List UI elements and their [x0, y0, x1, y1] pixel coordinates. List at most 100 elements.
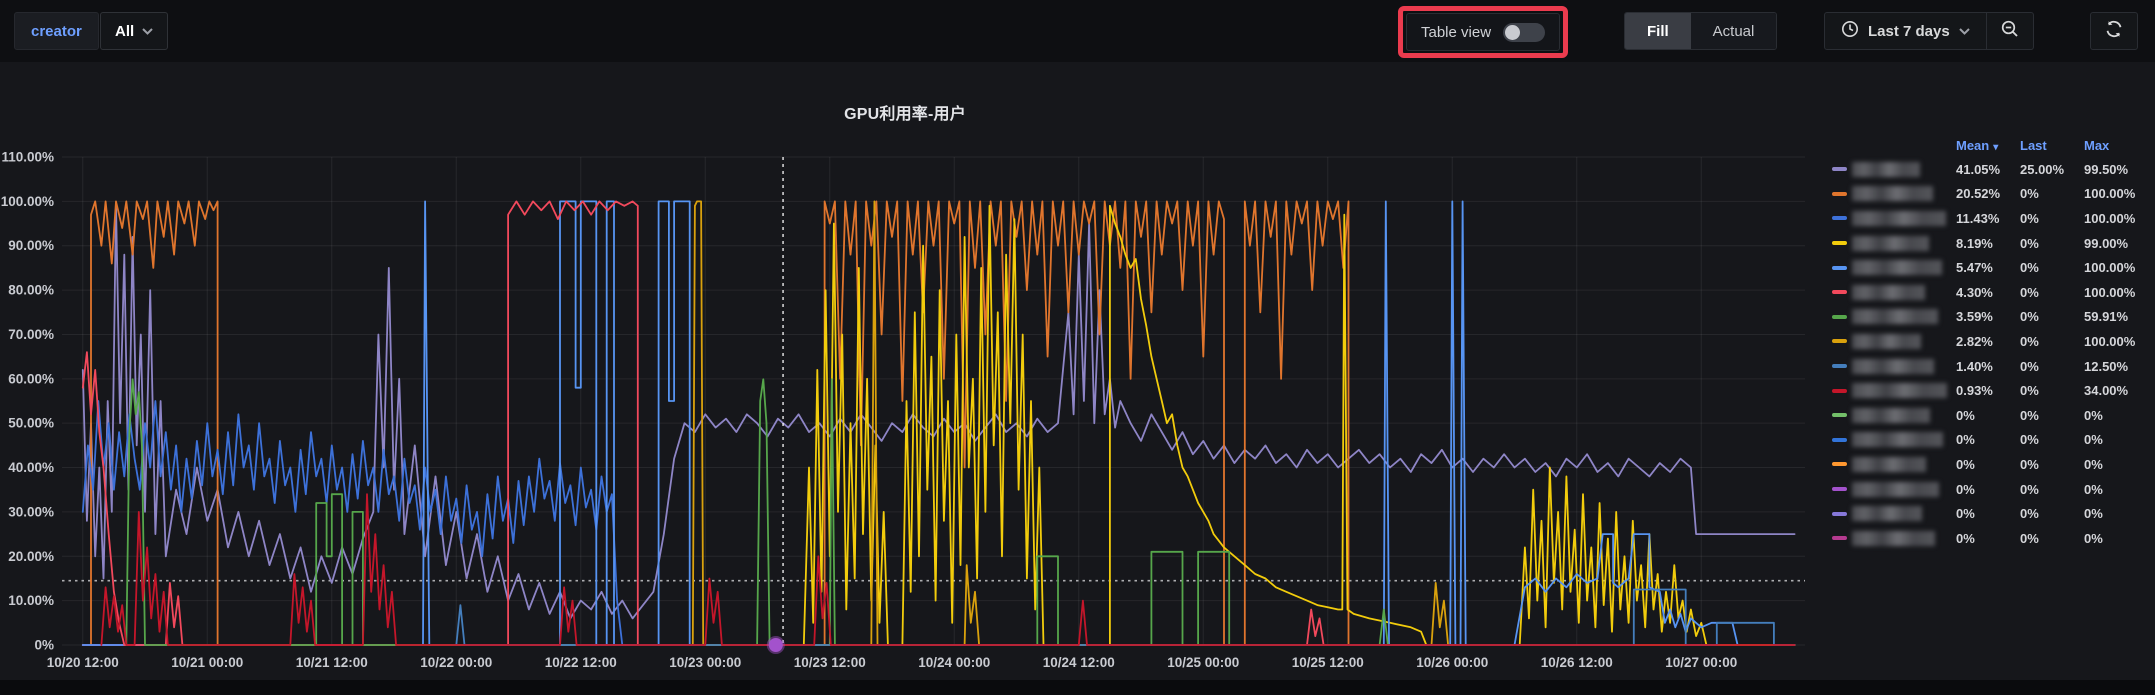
legend-max-value: 100.00%	[2084, 260, 2136, 276]
svg-text:10/22 12:00: 10/22 12:00	[545, 655, 617, 670]
legend-max-value: 0%	[2084, 456, 2103, 472]
legend-max-value: 100.00%	[2084, 186, 2136, 202]
table-view-label: Table view	[1421, 23, 1492, 41]
legend-last-value: 0%	[2020, 260, 2039, 276]
legend-series-name-blurred	[1852, 358, 1934, 374]
legend-row[interactable]: 11.43% 0% 100.00%	[1832, 206, 2148, 231]
legend-last-value: 0%	[2020, 456, 2039, 472]
legend-last-value: 0%	[2020, 309, 2039, 325]
legend-mean-value: 2.82%	[1956, 333, 1993, 349]
fill-actual-segmented-control: Fill Actual	[1624, 12, 1778, 50]
refresh-button[interactable]	[2090, 12, 2138, 50]
legend-series-name-blurred	[1852, 260, 1942, 276]
series-color-swatch	[1832, 536, 1847, 541]
legend-series-name-blurred	[1852, 210, 1946, 226]
fill-button[interactable]: Fill	[1625, 13, 1691, 49]
legend-max-value: 99.50%	[2084, 161, 2129, 177]
legend-row[interactable]: 0% 0% 0%	[1832, 477, 2148, 502]
svg-text:0%: 0%	[34, 638, 54, 653]
legend-row[interactable]: 0% 0% 0%	[1832, 501, 2148, 526]
series-color-swatch	[1832, 191, 1847, 196]
legend-mean-value: 0%	[1956, 530, 1975, 546]
legend-mean-value: 0.93%	[1956, 383, 1993, 399]
legend-last-value: 25.00%	[2020, 161, 2065, 177]
series-color-swatch	[1832, 339, 1847, 344]
series-color-swatch	[1832, 487, 1847, 492]
legend-last-value: 0%	[2020, 186, 2039, 202]
svg-text:10/25 12:00: 10/25 12:00	[1292, 655, 1364, 670]
refresh-icon	[2104, 19, 2124, 44]
creator-link[interactable]: creator	[14, 12, 99, 50]
svg-text:10/26 12:00: 10/26 12:00	[1541, 655, 1613, 670]
legend-mean-value: 11.43%	[1956, 210, 2000, 226]
legend-row[interactable]: 0% 0% 0%	[1832, 526, 2148, 551]
legend-row[interactable]: 0% 0% 0%	[1832, 403, 2148, 428]
series-color-swatch	[1832, 265, 1847, 270]
svg-text:20.00%: 20.00%	[8, 549, 54, 564]
svg-text:10/23 00:00: 10/23 00:00	[669, 655, 741, 670]
series-color-swatch	[1832, 290, 1847, 295]
filter-dropdown[interactable]: All	[100, 12, 169, 50]
legend-table: Mean ▾ Last Max 41.05% 25.00% 99.50% 20.52% 0…	[1832, 133, 2148, 551]
legend-row[interactable]: 5.47% 0% 100.00%	[1832, 255, 2148, 280]
actual-button[interactable]: Actual	[1690, 13, 1777, 49]
legend-mean-value: 0%	[1956, 407, 1975, 423]
legend-max-value: 100.00%	[2084, 333, 2136, 349]
legend-mean-value: 8.19%	[1956, 235, 1993, 251]
time-series-chart[interactable]: 0% 10.00% 20.00% 30.00% 40.00% 50.00% 60.00% 70…	[0, 95, 1810, 680]
svg-text:10.00%: 10.00%	[8, 593, 54, 608]
legend-row[interactable]: 0% 0% 0%	[1832, 428, 2148, 453]
legend-max-value: 100.00%	[2084, 210, 2136, 226]
series-color-swatch	[1832, 167, 1847, 172]
legend-row[interactable]: 20.52% 0% 100.00%	[1832, 182, 2148, 207]
toggle-knob	[1505, 24, 1521, 40]
legend-series-name-blurred	[1852, 284, 1925, 300]
legend-max-value: 99.00%	[2084, 235, 2129, 251]
legend-row[interactable]: 4.30% 0% 100.00%	[1832, 280, 2148, 305]
legend-row[interactable]: 8.19% 0% 99.00%	[1832, 231, 2148, 256]
legend-mean-value: 0%	[1956, 456, 1975, 472]
svg-text:10/26 00:00: 10/26 00:00	[1416, 655, 1488, 670]
time-range-picker[interactable]: Last 7 days	[1825, 13, 1986, 49]
legend-row[interactable]: 3.59% 0% 59.91%	[1832, 305, 2148, 330]
legend-max-value: 0%	[2084, 407, 2103, 423]
legend-mean-value: 0%	[1956, 432, 1975, 448]
table-view-toggle[interactable]	[1503, 22, 1546, 42]
legend-row[interactable]: 0% 0% 0%	[1832, 452, 2148, 477]
legend-mean-value: 20.52%	[1956, 186, 2001, 202]
svg-text:80.00%: 80.00%	[8, 283, 54, 298]
svg-text:10/25 00:00: 10/25 00:00	[1167, 655, 1239, 670]
legend-row[interactable]: 1.40% 0% 12.50%	[1832, 354, 2148, 379]
svg-text:30.00%: 30.00%	[8, 504, 54, 519]
legend-row[interactable]: 0.93% 0% 34.00%	[1832, 378, 2148, 403]
series-color-swatch	[1832, 216, 1847, 221]
legend-series-name-blurred	[1852, 333, 1921, 349]
zoom-out-button[interactable]	[1987, 13, 2033, 49]
time-range-controls: Last 7 days	[1824, 12, 2034, 50]
legend-max-value: 0%	[2084, 530, 2103, 546]
time-range-label: Last 7 days	[1868, 22, 1950, 40]
legend-row[interactable]: 2.82% 0% 100.00%	[1832, 329, 2148, 354]
legend-series-name-blurred	[1852, 235, 1929, 251]
magnifier-minus-icon	[2000, 19, 2020, 44]
clock-icon	[1841, 20, 1859, 42]
legend-header: Mean ▾ Last Max	[1832, 133, 2148, 157]
series-color-swatch	[1832, 462, 1847, 467]
legend-max-value: 0%	[2084, 506, 2103, 522]
legend-max-value: 0%	[2084, 481, 2103, 497]
legend-col-last[interactable]: Last	[2020, 138, 2084, 153]
series-color-swatch	[1832, 314, 1847, 319]
legend-last-value: 0%	[2020, 210, 2039, 226]
legend-max-value: 59.91%	[2084, 309, 2129, 325]
legend-sort-mean[interactable]: Mean ▾	[1956, 138, 2020, 153]
legend-last-value: 0%	[2020, 333, 2039, 349]
series-color-swatch	[1832, 413, 1847, 418]
legend-col-max[interactable]: Max	[2084, 138, 2148, 153]
legend-row[interactable]: 41.05% 25.00% 99.50%	[1832, 157, 2148, 182]
svg-text:10/24 12:00: 10/24 12:00	[1043, 655, 1115, 670]
svg-text:10/27 00:00: 10/27 00:00	[1665, 655, 1737, 670]
chevron-down-icon	[142, 27, 153, 35]
legend-mean-value: 4.30%	[1956, 284, 1993, 300]
legend-last-value: 0%	[2020, 432, 2039, 448]
svg-text:60.00%: 60.00%	[8, 371, 54, 386]
